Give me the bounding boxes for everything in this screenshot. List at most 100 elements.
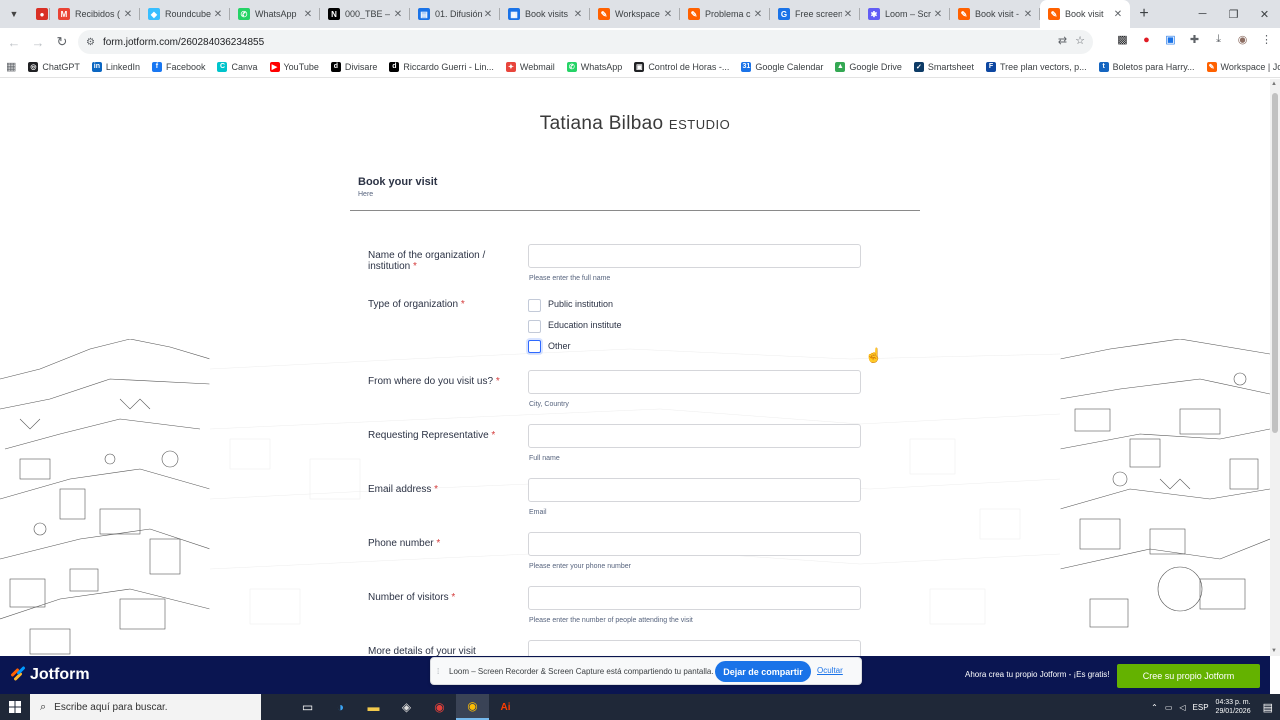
file-explorer-icon[interactable]: ▬ xyxy=(357,694,390,720)
browser-tab[interactable]: N 000_TBE – l ✕ xyxy=(320,0,410,28)
opera-extension-icon[interactable]: ● xyxy=(1139,32,1154,47)
tab-close-icon[interactable]: ✕ xyxy=(302,9,314,20)
new-tab-icon[interactable]: + xyxy=(1130,0,1158,28)
org-name-input[interactable] xyxy=(528,244,861,268)
bookmark-item[interactable]: ✓ Smartsheet xyxy=(913,61,974,72)
tab-title: Problema c xyxy=(705,9,751,19)
puzzle-icon[interactable]: ✚ xyxy=(1187,32,1202,47)
close-window-icon[interactable]: ✕ xyxy=(1249,0,1280,28)
chrome-icon[interactable]: ◉ xyxy=(456,694,489,720)
browser-tab[interactable]: M Recibidos (✕ xyxy=(50,0,140,28)
bookmark-item[interactable]: d Riccardo Guerri - Lin... xyxy=(389,61,494,72)
tab-close-icon[interactable]: ✕ xyxy=(1112,9,1124,20)
phone-input[interactable] xyxy=(528,532,861,556)
tab-close-icon[interactable]: ✕ xyxy=(1022,9,1034,20)
bookmark-item[interactable]: ✎Workspace | Jotform xyxy=(1206,61,1280,72)
scrollbar-thumb[interactable] xyxy=(1272,93,1278,433)
bookmark-item[interactable]: ▶ YouTube xyxy=(269,61,319,72)
browser-tab[interactable]: ✱ Loom – Scr ✕ xyxy=(860,0,950,28)
browser-tab[interactable]: G Free screen ✕ xyxy=(770,0,860,28)
browser-tab[interactable]: ✎ Book visit ✕ xyxy=(1040,0,1130,28)
jotform-logo[interactable]: Jotform xyxy=(10,665,90,684)
checkbox-public-institution[interactable] xyxy=(528,299,541,312)
bookmark-label: YouTube xyxy=(283,61,319,72)
browser-tab[interactable]: ● xyxy=(28,0,50,28)
apps-grid-icon[interactable]: ▦ xyxy=(6,60,16,73)
taskbar-search[interactable]: ⌕ Escribe aquí para buscar. xyxy=(30,694,261,720)
required-marker: * xyxy=(495,376,500,387)
bookmark-item[interactable]: t Boletos para Harry... xyxy=(1098,61,1195,72)
bookmark-item[interactable]: ▣ Control de Horas -... xyxy=(634,61,729,72)
page-scrollbar[interactable]: ▲ ▼ xyxy=(1270,79,1280,656)
visitors-label-text: Number of visitors xyxy=(368,592,449,603)
tab-close-icon[interactable]: ✕ xyxy=(392,9,404,20)
tab-search-icon[interactable]: ▼ xyxy=(0,0,28,28)
browser-tab[interactable]: ▤ 01. Difusión ✕ xyxy=(410,0,500,28)
email-input[interactable] xyxy=(528,478,861,502)
hide-link[interactable]: Ocultar xyxy=(817,666,843,675)
chrome-profile-icon[interactable]: ◉ xyxy=(423,694,456,720)
menu-icon[interactable]: ⋮ xyxy=(1259,32,1274,47)
browser-tab[interactable]: ✆ WhatsApp ✕ xyxy=(230,0,320,28)
network-icon[interactable]: ▭ xyxy=(1165,703,1173,712)
browser-tab[interactable]: ▦ Book visits ✕ xyxy=(500,0,590,28)
minimize-icon[interactable]: ─ xyxy=(1187,0,1218,28)
representative-input[interactable] xyxy=(528,424,861,448)
tab-close-icon[interactable]: ✕ xyxy=(662,9,674,20)
tab-close-icon[interactable]: ✕ xyxy=(572,9,584,20)
app-icon[interactable]: ◈ xyxy=(390,694,423,720)
address-bar[interactable]: ⚙ form.jotform.com/260284036234855 ⇄ ☆ xyxy=(78,30,1093,54)
bookmark-item[interactable]: f Facebook xyxy=(151,61,205,72)
browser-tab[interactable]: ✎ Problema c ✕ xyxy=(680,0,770,28)
checkbox-education-institute[interactable] xyxy=(528,320,541,333)
tab-close-icon[interactable]: ✕ xyxy=(842,9,854,20)
taskbar-clock[interactable]: 04:33 p. m. 29/01/2026 xyxy=(1216,698,1251,716)
browser-tab[interactable]: ✎ Workspace ✕ xyxy=(590,0,680,28)
origin-input[interactable] xyxy=(528,370,861,394)
bookmark-item[interactable]: ▲ Google Drive xyxy=(835,61,902,72)
checkbox-other[interactable] xyxy=(528,340,541,353)
create-jotform-button[interactable]: Cree su propio Jotform xyxy=(1117,664,1260,688)
bookmark-item[interactable]: 31 Google Calendar xyxy=(741,61,823,72)
illustrator-icon[interactable]: Ai xyxy=(489,694,522,720)
extension-icon[interactable]: ▩ xyxy=(1115,32,1130,47)
browser-tab[interactable]: ✎ Book visit - ✕ xyxy=(950,0,1040,28)
task-view-icon[interactable]: ▭ xyxy=(291,694,324,720)
notifications-icon[interactable]: ▤ xyxy=(1263,701,1273,714)
bookmark-item[interactable]: C Canva xyxy=(217,61,258,72)
stop-sharing-button[interactable]: Dejar de compartir xyxy=(715,661,811,682)
reload-icon[interactable]: ↻ xyxy=(50,30,74,54)
scroll-down-icon[interactable]: ▼ xyxy=(1271,648,1277,654)
tab-title: Workspace xyxy=(615,9,660,19)
drag-handle-icon[interactable]: ⁞ xyxy=(437,667,445,676)
scroll-up-icon[interactable]: ▲ xyxy=(1271,81,1277,87)
tab-close-icon[interactable]: ✕ xyxy=(122,9,134,20)
restore-icon[interactable]: ❐ xyxy=(1218,0,1249,28)
tab-close-icon[interactable]: ✕ xyxy=(932,9,944,20)
bookmark-star-icon[interactable]: ☆ xyxy=(1075,34,1085,47)
language-indicator[interactable]: ESP xyxy=(1193,703,1209,712)
copilot-icon[interactable]: ◑ xyxy=(324,694,357,720)
translate-icon[interactable]: ⇄ xyxy=(1058,34,1067,47)
site-info-icon[interactable]: ⚙ xyxy=(86,37,95,48)
tab-close-icon[interactable]: ✕ xyxy=(482,9,494,20)
bookmark-item[interactable]: ✦ Webmail xyxy=(505,61,555,72)
bookmark-item[interactable]: in LinkedIn xyxy=(91,61,140,72)
tray-chevron-icon[interactable]: ⌃ xyxy=(1151,703,1158,712)
bookmark-item[interactable]: ◎ ChatGPT xyxy=(28,61,80,72)
windows-start-icon[interactable] xyxy=(0,694,30,720)
bookmark-item[interactable]: ✆ WhatsApp xyxy=(566,61,622,72)
volume-icon[interactable]: ◁ xyxy=(1179,703,1185,712)
tab-close-icon[interactable]: ✕ xyxy=(212,9,224,20)
bookmark-item[interactable]: d Divisare xyxy=(330,61,377,72)
browser-tab[interactable]: ◆ Roundcube ✕ xyxy=(140,0,230,28)
tab-close-icon[interactable]: ✕ xyxy=(752,9,764,20)
details-input[interactable] xyxy=(528,640,861,656)
forward-icon[interactable]: → xyxy=(26,30,50,54)
download-icon[interactable]: ⤓ xyxy=(1211,32,1226,47)
bookmark-item[interactable]: F Tree plan vectors, p... xyxy=(985,61,1087,72)
profile-avatar[interactable]: ◉ xyxy=(1235,32,1250,47)
extension-badge-icon[interactable]: ▣ xyxy=(1163,32,1178,47)
back-icon[interactable]: ← xyxy=(2,30,26,54)
visitors-input[interactable] xyxy=(528,586,861,610)
